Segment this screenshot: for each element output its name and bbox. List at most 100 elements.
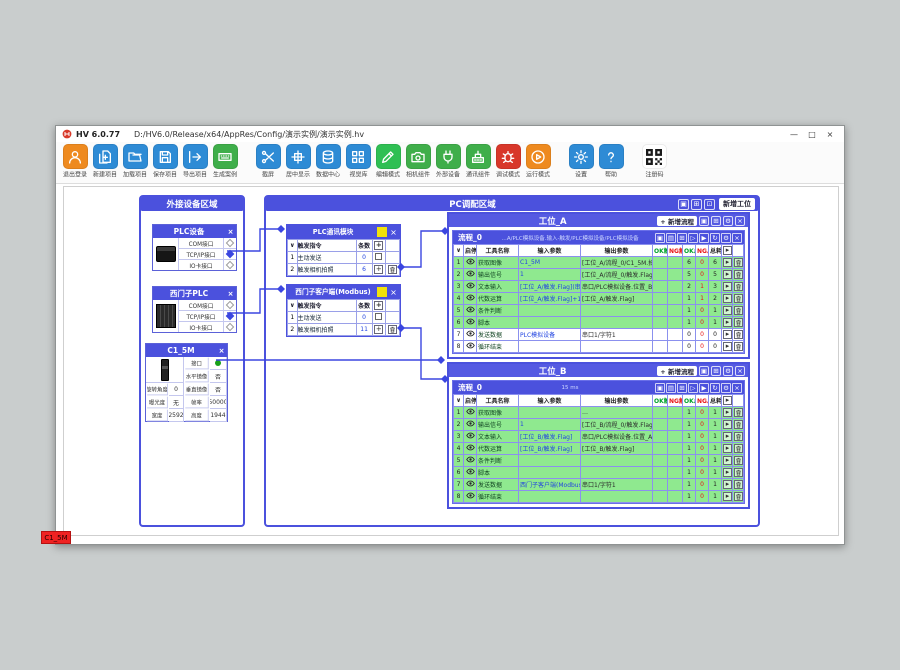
- pc-area-icon[interactable]: ▣: [678, 199, 689, 210]
- tool-row[interactable]: 4 代数运算 [工位_B/触发.Flag] [工位_B/触发.Flag] 1: [454, 443, 744, 455]
- tool-row[interactable]: 8 循环结束 0 0: [454, 341, 744, 353]
- tool-output[interactable]: …: [581, 407, 653, 419]
- command-row[interactable]: 2 触发相机拍照 6 +: [288, 264, 400, 276]
- tool-input[interactable]: 西门子客户端(Modbus): [519, 479, 581, 491]
- tool-output[interactable]: 串口/PLC模拟设备.位置_A: [581, 431, 653, 443]
- flow-name[interactable]: 流程_0: [458, 382, 482, 393]
- flow-toolbar-icon[interactable]: ⚙: [721, 233, 731, 243]
- tool-row[interactable]: 3 文本输入 [工位_A/触发.Flag](串口1/字符) 串口/PLC模拟设备…: [454, 281, 744, 293]
- add-icon[interactable]: +: [374, 325, 383, 334]
- command-row[interactable]: 2 触发相机拍照 11 +: [288, 324, 400, 336]
- trash-icon[interactable]: [734, 330, 743, 339]
- eye-icon[interactable]: [466, 341, 475, 350]
- tool-name[interactable]: 代数运算: [477, 443, 519, 455]
- close-icon[interactable]: ×: [389, 228, 398, 237]
- flow-toolbar-icon[interactable]: ▶: [699, 233, 709, 243]
- eye-icon[interactable]: [466, 419, 475, 428]
- tool-name[interactable]: 文本输入: [477, 281, 519, 293]
- station-window[interactable]: 工位_A + 新增流程 ▣⊞⚙× 流程_0 …A/PLC模拟设备.输入-触发/P…: [447, 212, 750, 359]
- trash-icon[interactable]: [734, 420, 743, 429]
- col-check[interactable]: ∨: [454, 245, 464, 257]
- flow-toolbar-icon[interactable]: ×: [732, 383, 742, 393]
- eye-icon[interactable]: [466, 407, 475, 416]
- tool-input[interactable]: [工位_A/触发.Flag]+1: [519, 293, 581, 305]
- tool-input[interactable]: [519, 467, 581, 479]
- tool-output[interactable]: 串口/PLC模拟设备.位置_B: [581, 281, 653, 293]
- flow-toolbar-icon[interactable]: ⚙: [721, 383, 731, 393]
- trash-icon[interactable]: [734, 468, 743, 477]
- tool-input[interactable]: PLC模拟设备: [519, 329, 581, 341]
- trash-icon[interactable]: [734, 294, 743, 303]
- comm-module[interactable]: 西门子客户端(Modbus) × ∨ 触发指令 条数 +: [286, 284, 401, 337]
- color-tag[interactable]: [377, 227, 387, 237]
- close-button[interactable]: ×: [822, 128, 838, 141]
- trash-icon[interactable]: [734, 306, 743, 315]
- toolbar-button[interactable]: 新建项目: [90, 144, 120, 180]
- tool-output[interactable]: [581, 491, 653, 503]
- eye-icon[interactable]: [466, 491, 475, 500]
- run-tool-icon[interactable]: ▸: [723, 342, 732, 351]
- col-check[interactable]: ∨: [288, 300, 298, 312]
- col-check[interactable]: ∨: [288, 240, 298, 252]
- toolbar-button[interactable]: 调试模式: [493, 144, 523, 180]
- trash-icon[interactable]: [734, 282, 743, 291]
- tool-row[interactable]: 5 条件判断 1 0: [454, 305, 744, 317]
- tool-name[interactable]: 循环结束: [477, 491, 519, 503]
- toolbar-button[interactable]: 退出登录: [60, 144, 90, 180]
- tool-row[interactable]: 1 获取图像 … 1 0: [454, 407, 744, 419]
- checkbox[interactable]: [375, 253, 382, 260]
- flow-toolbar-icon[interactable]: ↻: [710, 233, 720, 243]
- tool-input[interactable]: [工位_B/触发.Flag]: [519, 443, 581, 455]
- trash-icon[interactable]: [734, 432, 743, 441]
- flow-toolbar-icon[interactable]: ▣: [655, 233, 665, 243]
- station-window-icon[interactable]: ⊞: [711, 366, 721, 376]
- close-icon[interactable]: ×: [225, 290, 236, 298]
- tool-name[interactable]: 文本输入: [477, 431, 519, 443]
- toolbar-button[interactable]: 加载项目: [120, 144, 150, 180]
- tool-input[interactable]: [519, 407, 581, 419]
- tool-input[interactable]: 1: [519, 269, 581, 281]
- tool-input[interactable]: C1_5M: [519, 257, 581, 269]
- run-tool-icon[interactable]: ▸: [723, 318, 732, 327]
- design-canvas[interactable]: 外接设备区域 PLC设备 × COM接口: [63, 186, 839, 536]
- station-window[interactable]: 工位_B + 新增流程 ▣⊞⚙× 流程_0 15 ms: [447, 362, 750, 509]
- tool-output[interactable]: [工位_A/触发.Flag]: [581, 293, 653, 305]
- toolbar-button[interactable]: 数据中心: [313, 144, 343, 180]
- tool-row[interactable]: 4 代数运算 [工位_A/触发.Flag]+1 [工位_A/触发.Flag] 1: [454, 293, 744, 305]
- tool-name[interactable]: 条件判断: [477, 305, 519, 317]
- command-row[interactable]: 1 主动发送 0: [288, 252, 400, 264]
- trash-icon[interactable]: [734, 492, 743, 501]
- minimize-button[interactable]: —: [786, 128, 802, 141]
- station-window-icon[interactable]: ⚙: [723, 366, 733, 376]
- run-tool-icon[interactable]: ▸: [723, 306, 732, 315]
- eye-icon[interactable]: [466, 257, 475, 266]
- pc-area-icon[interactable]: ⊡: [704, 199, 715, 210]
- tool-input[interactable]: [519, 455, 581, 467]
- run-tool-icon[interactable]: ▸: [723, 432, 732, 441]
- comm-module[interactable]: PLC通讯模块 × ∨ 触发指令 条数 +: [286, 224, 401, 277]
- tool-output[interactable]: [581, 467, 653, 479]
- eye-icon[interactable]: [466, 431, 475, 440]
- run-tool-icon[interactable]: ▸: [723, 330, 732, 339]
- eye-icon[interactable]: [466, 281, 475, 290]
- tool-name[interactable]: 发送数据: [477, 329, 519, 341]
- color-tag[interactable]: [377, 287, 387, 297]
- tool-output[interactable]: [工位_A/流程_0/C1_5M.拍照图像]: [581, 257, 653, 269]
- new-flow-button[interactable]: + 新增流程: [657, 216, 697, 226]
- plc-device-card[interactable]: PLC设备 × COM接口 TCP/I: [152, 224, 237, 271]
- toolbar-button[interactable]: 视觉库: [343, 144, 373, 180]
- checkbox[interactable]: [375, 313, 382, 320]
- trash-icon[interactable]: [734, 342, 743, 351]
- tool-name[interactable]: 代数运算: [477, 293, 519, 305]
- toolbar-button[interactable]: 编辑模式: [373, 144, 403, 180]
- eye-icon[interactable]: [466, 305, 475, 314]
- add-command-button[interactable]: +: [374, 301, 383, 310]
- tool-output[interactable]: 串口1/字符1: [581, 479, 653, 491]
- run-tool-icon[interactable]: ▸: [723, 294, 732, 303]
- tool-row[interactable]: 3 文本输入 [工位_B/触发.Flag] 串口/PLC模拟设备.位置_A 1: [454, 431, 744, 443]
- close-icon[interactable]: ×: [216, 347, 227, 355]
- run-tool-icon[interactable]: ▸: [723, 408, 732, 417]
- tool-input[interactable]: [工位_B/触发.Flag]: [519, 431, 581, 443]
- flow-toolbar-icon[interactable]: ▤: [666, 233, 676, 243]
- tool-name[interactable]: 获取图像: [477, 257, 519, 269]
